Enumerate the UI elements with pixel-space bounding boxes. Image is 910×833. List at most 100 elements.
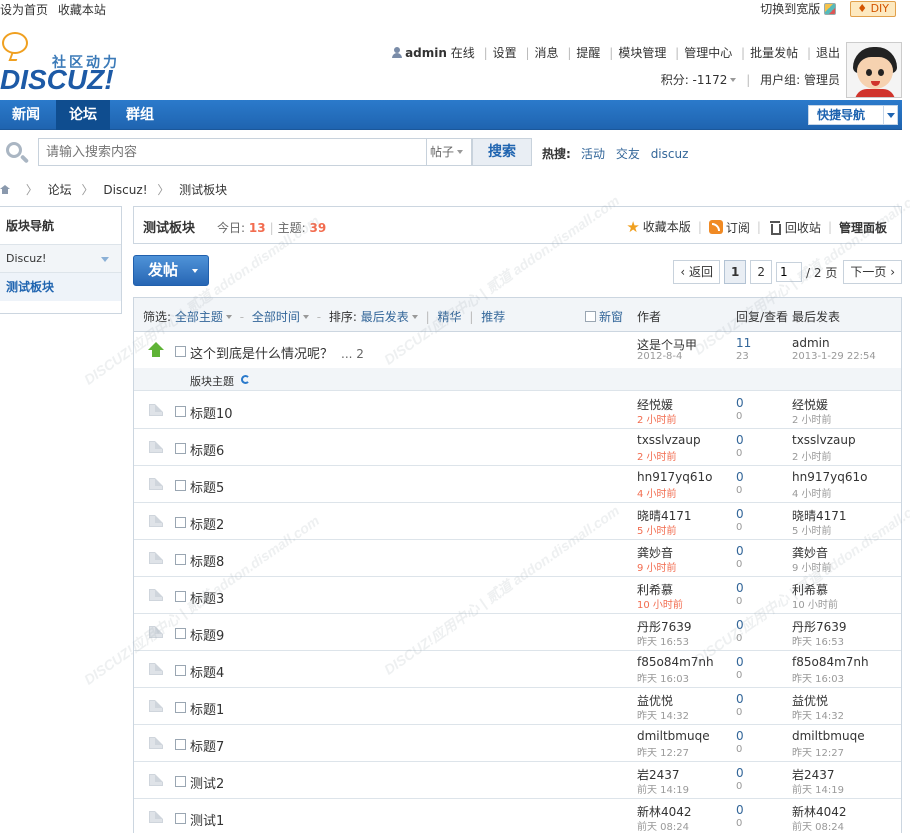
table-row[interactable]: 标题9 丹彤7639 昨天 16:53 0 0 丹彤7639 昨天 16:53 — [134, 614, 901, 651]
subscribe-button[interactable]: 订阅 — [708, 219, 750, 236]
thread-title[interactable]: 标题2 — [190, 514, 224, 533]
thread-last-date[interactable]: 前天 08:24 — [792, 818, 844, 833]
filter-all-topics[interactable]: 全部主题 — [175, 310, 232, 324]
thread-last-author[interactable]: hn917yq61o — [792, 470, 867, 484]
thread-title[interactable]: 标题10 — [190, 403, 233, 422]
notifications-link[interactable]: 提醒 — [576, 46, 600, 60]
thread-author[interactable]: hn917yq61o — [637, 470, 712, 484]
sort-dropdown[interactable]: 最后发表 — [361, 310, 418, 324]
style-palette-icon[interactable] — [824, 2, 837, 15]
settings-link[interactable]: 设置 — [493, 46, 517, 60]
thread-last-date[interactable]: 4 小时前 — [792, 485, 832, 500]
digest-filter[interactable]: 精华 — [438, 310, 462, 324]
thread-last-date[interactable]: 2 小时前 — [792, 448, 832, 463]
new-post-button[interactable]: 发帖 — [133, 255, 209, 286]
pager-page-input[interactable] — [776, 262, 803, 282]
table-row[interactable]: 标题8 龚妙音 9 小时前 0 0 龚妙音 9 小时前 — [134, 540, 901, 577]
pager-back-button[interactable]: ‹ 返回 — [673, 260, 721, 284]
thread-checkbox[interactable] — [175, 702, 186, 713]
thread-title[interactable]: 这个到底是什么情况呢？ ... 2 — [190, 343, 364, 362]
pager-next-button[interactable]: 下一页 › — [843, 260, 902, 284]
thread-last-author[interactable]: txsslvzaup — [792, 433, 856, 447]
batch-post-link[interactable]: 批量发帖 — [750, 46, 798, 60]
table-row[interactable]: 标题3 利希慕 10 小时前 0 0 利希慕 10 小时前 — [134, 577, 901, 614]
thread-last-date[interactable]: 9 小时前 — [792, 559, 832, 574]
thread-last-date[interactable]: 昨天 14:32 — [792, 707, 844, 722]
nav-item-forum[interactable]: 论坛 — [56, 100, 110, 130]
user-group-link[interactable]: 用户组: 管理员 — [760, 73, 840, 87]
site-logo[interactable]: 社区动力 DISCUZ! — [0, 28, 130, 98]
table-row[interactable]: 标题7 dmiltbmuqe 昨天 12:27 0 0 dmiltbmuqe 昨天 12:2… — [134, 725, 901, 762]
table-row[interactable]: 标题1 益优悦 昨天 14:32 0 0 益优悦 昨天 14:32 — [134, 688, 901, 725]
pager-page-2[interactable]: 2 — [750, 260, 773, 284]
thread-checkbox[interactable] — [175, 776, 186, 787]
favorite-board-button[interactable]: ★ 收藏本版 — [626, 218, 690, 236]
thread-checkbox[interactable] — [175, 813, 186, 824]
thread-checkbox[interactable] — [175, 346, 186, 357]
quick-nav-button[interactable]: 快捷导航 — [808, 105, 898, 125]
thread-replies[interactable]: 0 — [736, 507, 744, 521]
table-row[interactable]: 标题6 txsslvzaup 2 小时前 0 0 txsslvzaup 2 小时前 — [134, 429, 901, 466]
col-last-post[interactable]: 最后发表 — [792, 308, 840, 325]
thread-replies[interactable]: 0 — [736, 618, 744, 632]
online-status[interactable]: 在线 — [451, 46, 475, 60]
thread-checkbox[interactable] — [175, 591, 186, 602]
thread-last-date[interactable]: 前天 14:19 — [792, 781, 844, 796]
credits-dropdown[interactable]: 积分: -1172 — [661, 73, 737, 87]
pager-page-1[interactable]: 1 — [724, 260, 747, 284]
hot-link-dating[interactable]: 交友 — [616, 147, 640, 161]
thread-last-date[interactable]: 5 小时前 — [792, 522, 832, 537]
avatar[interactable] — [846, 42, 902, 98]
thread-checkbox[interactable] — [175, 480, 186, 491]
thread-last-date[interactable]: 10 小时前 — [792, 596, 838, 611]
nav-item-news[interactable]: 新闻 — [0, 100, 52, 130]
thread-replies[interactable]: 0 — [736, 544, 744, 558]
thread-title[interactable]: 测试2 — [190, 773, 224, 792]
thread-checkbox[interactable] — [175, 443, 186, 454]
thread-last-date[interactable]: 昨天 16:03 — [792, 670, 844, 685]
recycle-bin-button[interactable]: 回收站 — [768, 219, 821, 236]
thread-checkbox[interactable] — [175, 739, 186, 750]
thread-author[interactable]: txsslvzaup — [637, 433, 701, 447]
thread-title[interactable]: 标题8 — [190, 551, 224, 570]
thread-checkbox[interactable] — [175, 554, 186, 565]
thread-author[interactable]: dmiltbmuqe — [637, 729, 710, 743]
thread-checkbox[interactable] — [175, 628, 186, 639]
table-row[interactable]: 标题10 经悦媛 2 小时前 0 0 经悦媛 2 小时前 — [134, 392, 901, 429]
manage-panel-link[interactable]: 管理面板 — [839, 219, 887, 236]
thread-title[interactable]: 标题6 — [190, 440, 224, 459]
bookmark-site-link[interactable]: 收藏本站 — [58, 3, 106, 17]
table-row[interactable]: 测试1 新林4042 前天 08:24 0 0 新林4042 前天 08:24 — [134, 799, 901, 833]
thread-checkbox[interactable] — [175, 517, 186, 528]
filter-all-time[interactable]: 全部时间 — [252, 310, 309, 324]
home-icon[interactable] — [0, 185, 10, 194]
refresh-icon[interactable] — [241, 375, 250, 384]
thread-replies[interactable]: 0 — [736, 470, 744, 484]
thread-last-date[interactable]: 昨天 16:53 — [792, 633, 844, 648]
thread-last-date[interactable]: 昨天 12:27 — [792, 744, 844, 759]
new-window-toggle[interactable]: 新窗 — [585, 308, 623, 325]
username-link[interactable]: admin — [405, 46, 447, 60]
thread-title[interactable]: 标题1 — [190, 699, 224, 718]
thread-last-date[interactable]: 2013-1-29 22:54 — [792, 351, 876, 362]
breadcrumb-forum[interactable]: 论坛 — [48, 183, 72, 197]
thread-last-author[interactable]: admin — [792, 336, 830, 350]
sidebar-item-test-board[interactable]: 测试板块 — [0, 273, 121, 301]
thread-last-date[interactable]: 2 小时前 — [792, 411, 832, 426]
thread-replies[interactable]: 0 — [736, 581, 744, 595]
thread-replies[interactable]: 0 — [736, 803, 744, 817]
nav-item-groups[interactable]: 群组 — [112, 100, 168, 130]
messages-link[interactable]: 消息 — [535, 46, 559, 60]
module-manage-link[interactable]: 模块管理 — [618, 46, 666, 60]
thread-author[interactable]: f85o84m7nh — [637, 655, 714, 669]
set-home-link[interactable]: 设为首页 — [0, 3, 48, 17]
table-row[interactable]: 标题2 晓晴4171 5 小时前 0 0 晓晴4171 5 小时前 — [134, 503, 901, 540]
thread-replies[interactable]: 0 — [736, 766, 744, 780]
hot-link-discuz[interactable]: discuz — [651, 147, 689, 161]
thread-checkbox[interactable] — [175, 665, 186, 676]
thread-replies[interactable]: 0 — [736, 396, 744, 410]
diy-button[interactable]: ♦ DIY — [850, 0, 896, 17]
thread-checkbox[interactable] — [175, 406, 186, 417]
thread-replies[interactable]: 11 — [736, 336, 751, 350]
admin-center-link[interactable]: 管理中心 — [684, 46, 732, 60]
